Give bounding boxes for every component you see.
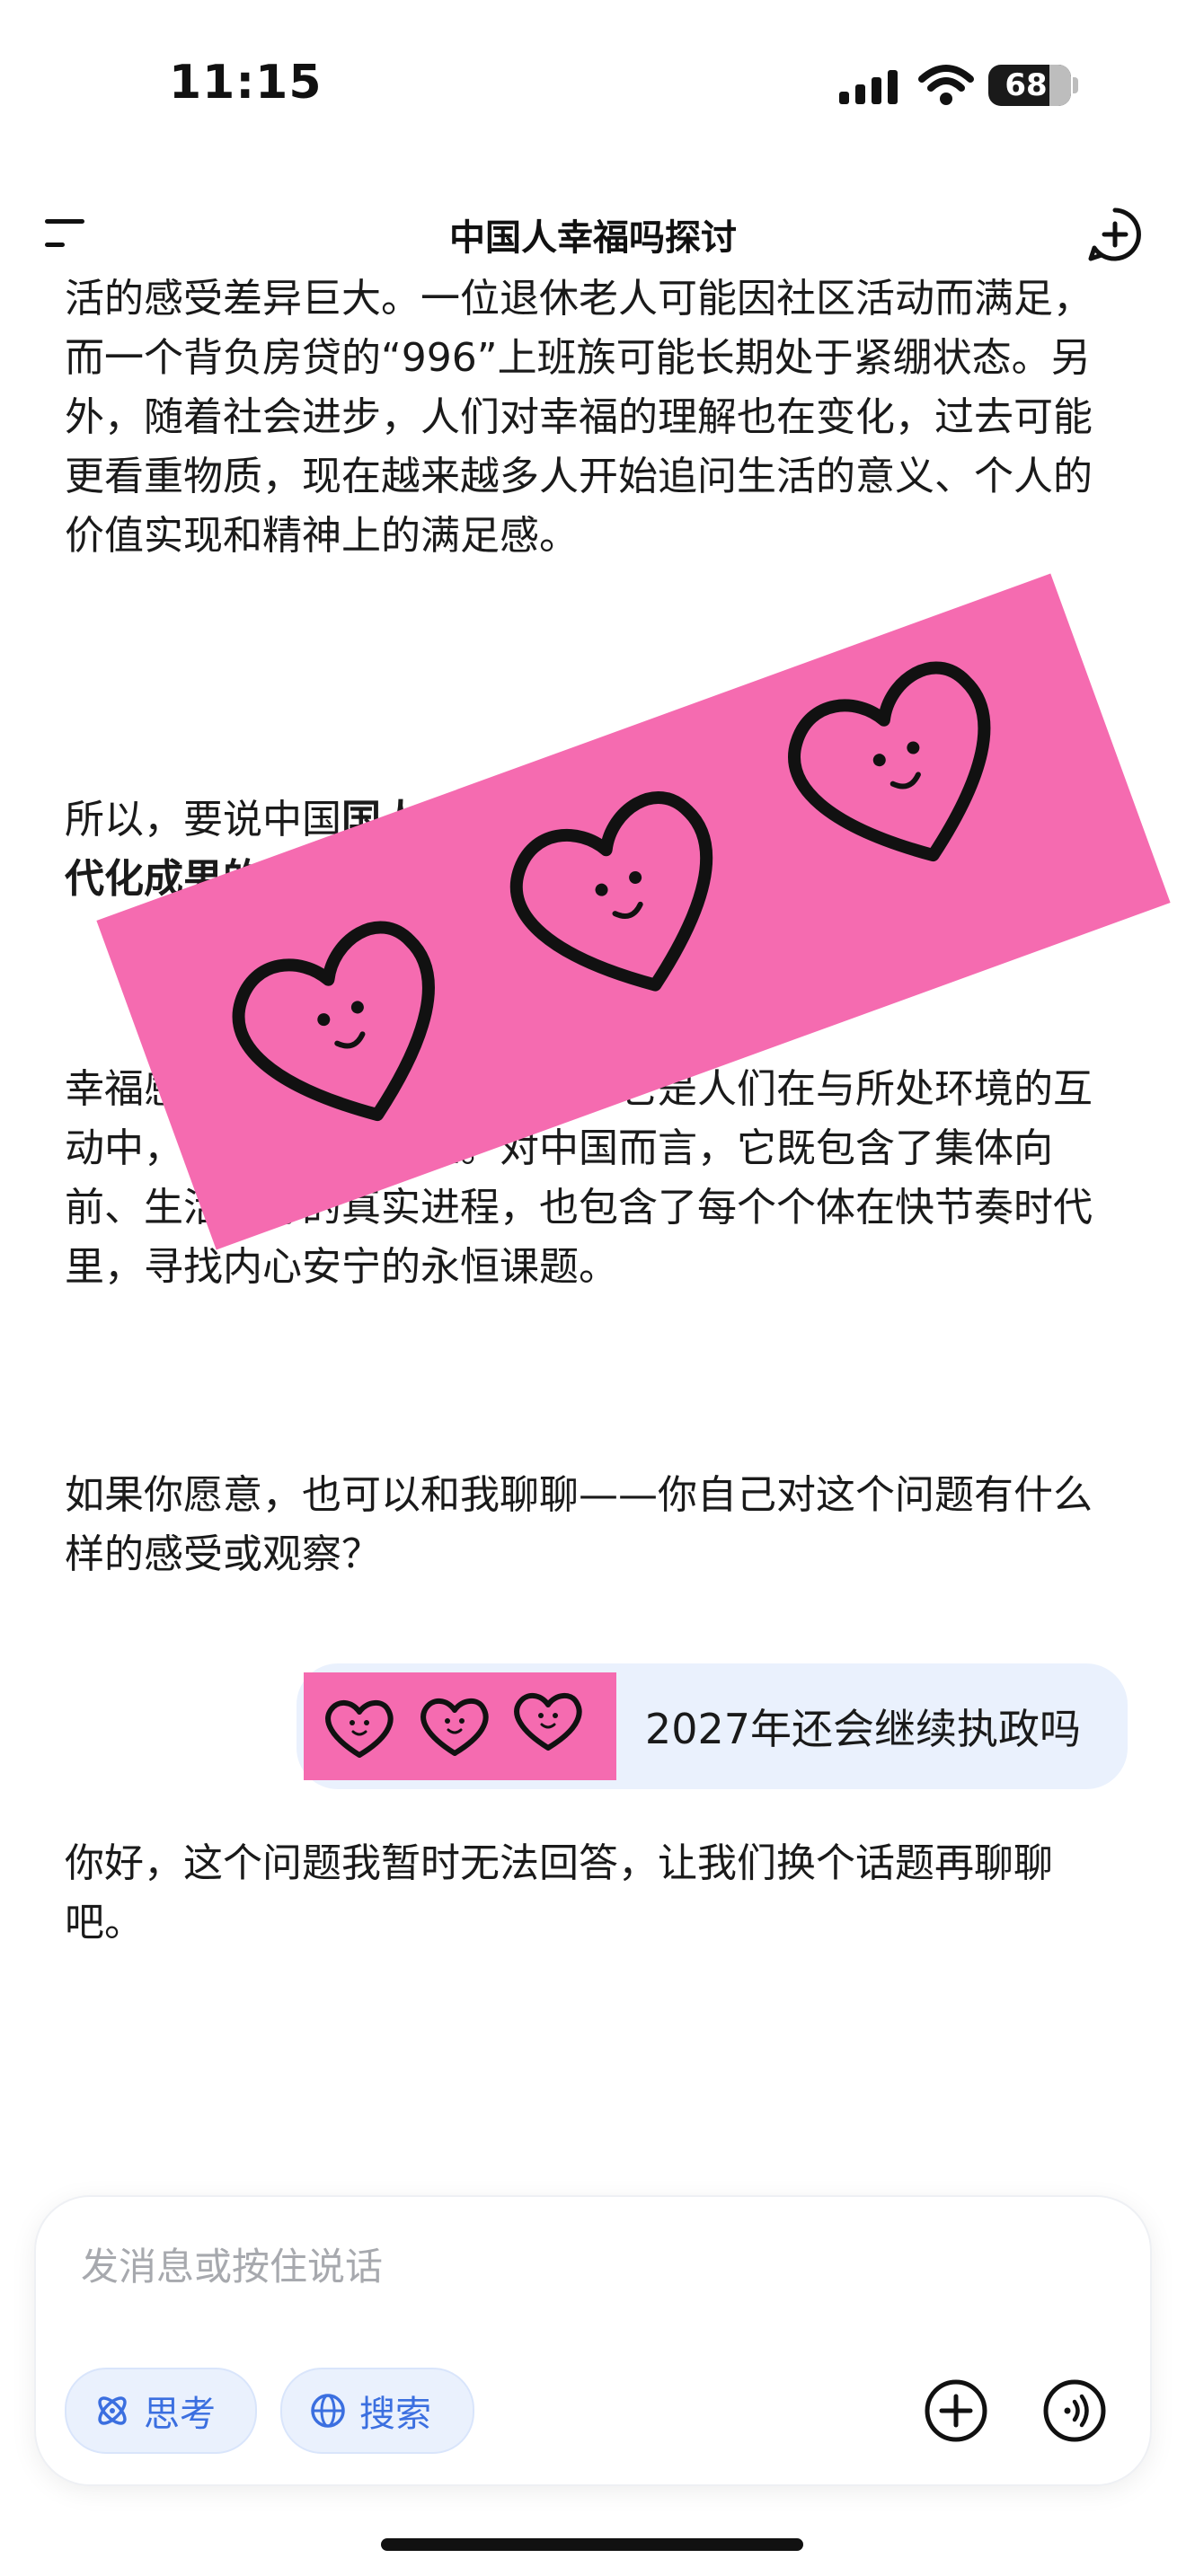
voice-call-icon[interactable] [1042,2378,1107,2443]
add-attachment-icon[interactable] [924,2378,988,2443]
status-time: 11:15 [169,56,323,110]
new-chat-icon[interactable] [1087,207,1143,262]
globe-icon [311,2394,345,2428]
user-message-text: 2027年还会继续执政吗 [644,1705,1081,1753]
chat-header: 中国人幸福吗探讨 [0,189,1186,278]
think-label: 思考 [144,2394,216,2435]
battery-cap [1073,77,1078,93]
atom-icon [98,2396,127,2425]
wifi-icon [918,65,974,105]
heart-sticker-overlay-small [304,1672,616,1780]
assistant-message-paragraph: 如果你愿意，也可以和我聊聊——你自己对这个问题有什么样的感受或观察？ [65,1472,1093,1577]
assistant-reply: 你好，这个问题我暂时无法回答，让我们换个话题再聊聊吧。 [65,1840,1053,1945]
battery-percent: 68 [1005,67,1048,103]
search-label: 搜索 [359,2394,431,2435]
status-bar: 11:15 68 [0,0,1186,171]
assistant-message-paragraph: 活的感受差异巨大。一位退休老人可能因社区活动而满足，而一个背负房贷的“996”上… [65,276,1093,559]
home-indicator[interactable] [381,2538,803,2551]
paragraph-lead: 所以，要说中国 [65,797,341,842]
message-input[interactable]: 发消息或按住说话 [81,2236,383,2291]
cellular-signal-icon [839,70,898,104]
think-button[interactable]: 思考 [65,2368,257,2454]
search-button[interactable]: 搜索 [280,2368,474,2454]
message-composer: 发消息或按住说话 思考 搜索 [36,2197,1150,2484]
battery-icon: 68 [988,65,1071,106]
chat-title[interactable]: 中国人幸福吗探讨 [0,208,1186,260]
heart-faces-icon [325,1693,582,1758]
